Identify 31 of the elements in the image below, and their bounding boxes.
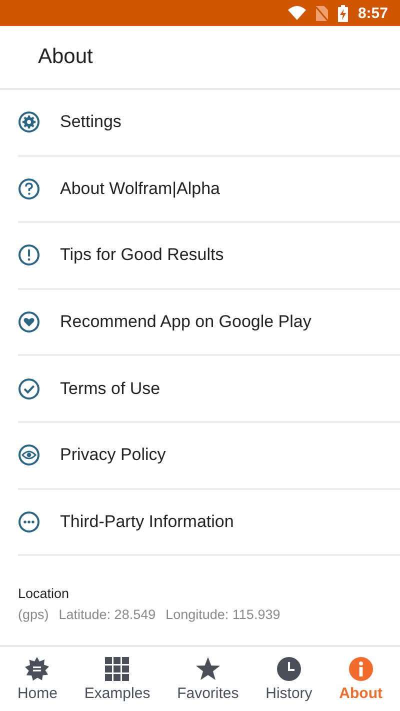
info-icon	[348, 656, 374, 682]
nav-tab[interactable]: Home	[13, 647, 62, 711]
exclamation-icon	[18, 244, 40, 266]
battery-charging-icon	[338, 4, 348, 22]
grid-icon	[104, 656, 130, 682]
page-title: About	[38, 45, 93, 69]
settings-icon	[18, 111, 40, 134]
menu-item[interactable]: Third-Party Information	[18, 490, 400, 556]
clock-icon	[276, 656, 302, 682]
wifi-icon	[288, 6, 306, 20]
check-icon	[18, 378, 40, 400]
clock-time: 8:57	[358, 4, 388, 22]
nav-tab[interactable]: Favorites	[173, 647, 243, 711]
question-icon	[18, 178, 40, 200]
menu-item[interactable]: Privacy Policy	[18, 422, 400, 490]
latitude-value: Latitude: 28.549	[58, 606, 156, 622]
longitude-value: Longitude: 115.939	[166, 606, 280, 622]
menu-item[interactable]: Recommend App on Google Play	[18, 290, 400, 356]
star-icon	[194, 656, 221, 682]
eye-icon	[18, 444, 40, 466]
nav-tab[interactable]: History	[262, 647, 316, 711]
menu-item[interactable]: About Wolfram|Alpha	[18, 156, 400, 224]
menu-item[interactable]: Tips for Good Results	[18, 223, 400, 290]
more-icon	[18, 510, 40, 533]
no-sim-icon	[316, 6, 328, 20]
location-source: (gps)	[18, 606, 49, 622]
burst-icon	[24, 656, 50, 682]
nav-tab[interactable]: Examples	[80, 647, 154, 711]
location-heading: Location	[18, 586, 70, 601]
menu-item[interactable]: Terms of Use	[18, 356, 400, 423]
menu-item[interactable]: Settings	[18, 90, 400, 157]
